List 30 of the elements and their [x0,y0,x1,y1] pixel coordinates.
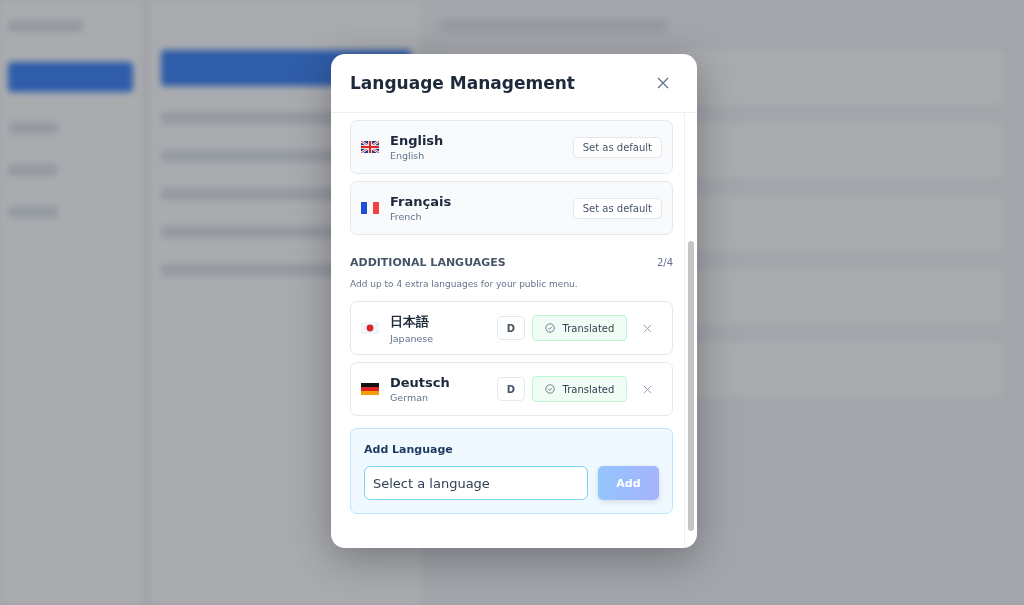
language-subtitle: Japanese [390,332,435,344]
language-select[interactable]: Select a language [364,466,588,500]
default-marker-button[interactable]: D [497,377,525,401]
scrollbar[interactable] [684,113,697,548]
language-subtitle: French [390,211,423,222]
flag-icon [361,322,379,334]
flag-icon [361,141,379,153]
dialog-title: Language Management [350,73,575,93]
flag-icon [361,202,379,214]
set-default-button[interactable]: Set as default [572,197,662,219]
language-subtitle: German [390,392,430,403]
language-name: Français [390,194,453,209]
section-description: Add up to 4 extra languages for your public menu. [350,279,579,289]
status-label: Translated [562,383,615,395]
language-subtitle: English [390,150,426,161]
language-name: 日本語 [390,312,430,331]
remove-icon[interactable] [643,384,652,394]
set-default-button[interactable]: Set as default [572,136,662,158]
check-circle-icon [544,384,555,394]
section-heading: ADDITIONAL LANGUAGES [350,256,506,269]
close-icon[interactable] [657,77,669,89]
default-marker-button[interactable]: D [497,316,525,340]
language-count: 2/4 [656,257,673,268]
remove-icon[interactable] [643,323,652,333]
check-circle-icon [544,323,555,333]
flag-icon [361,383,379,395]
language-name: English [390,133,445,148]
language-name: Deutsch [390,375,451,390]
status-label: Translated [562,322,615,334]
add-language-label: Add Language [364,443,454,456]
